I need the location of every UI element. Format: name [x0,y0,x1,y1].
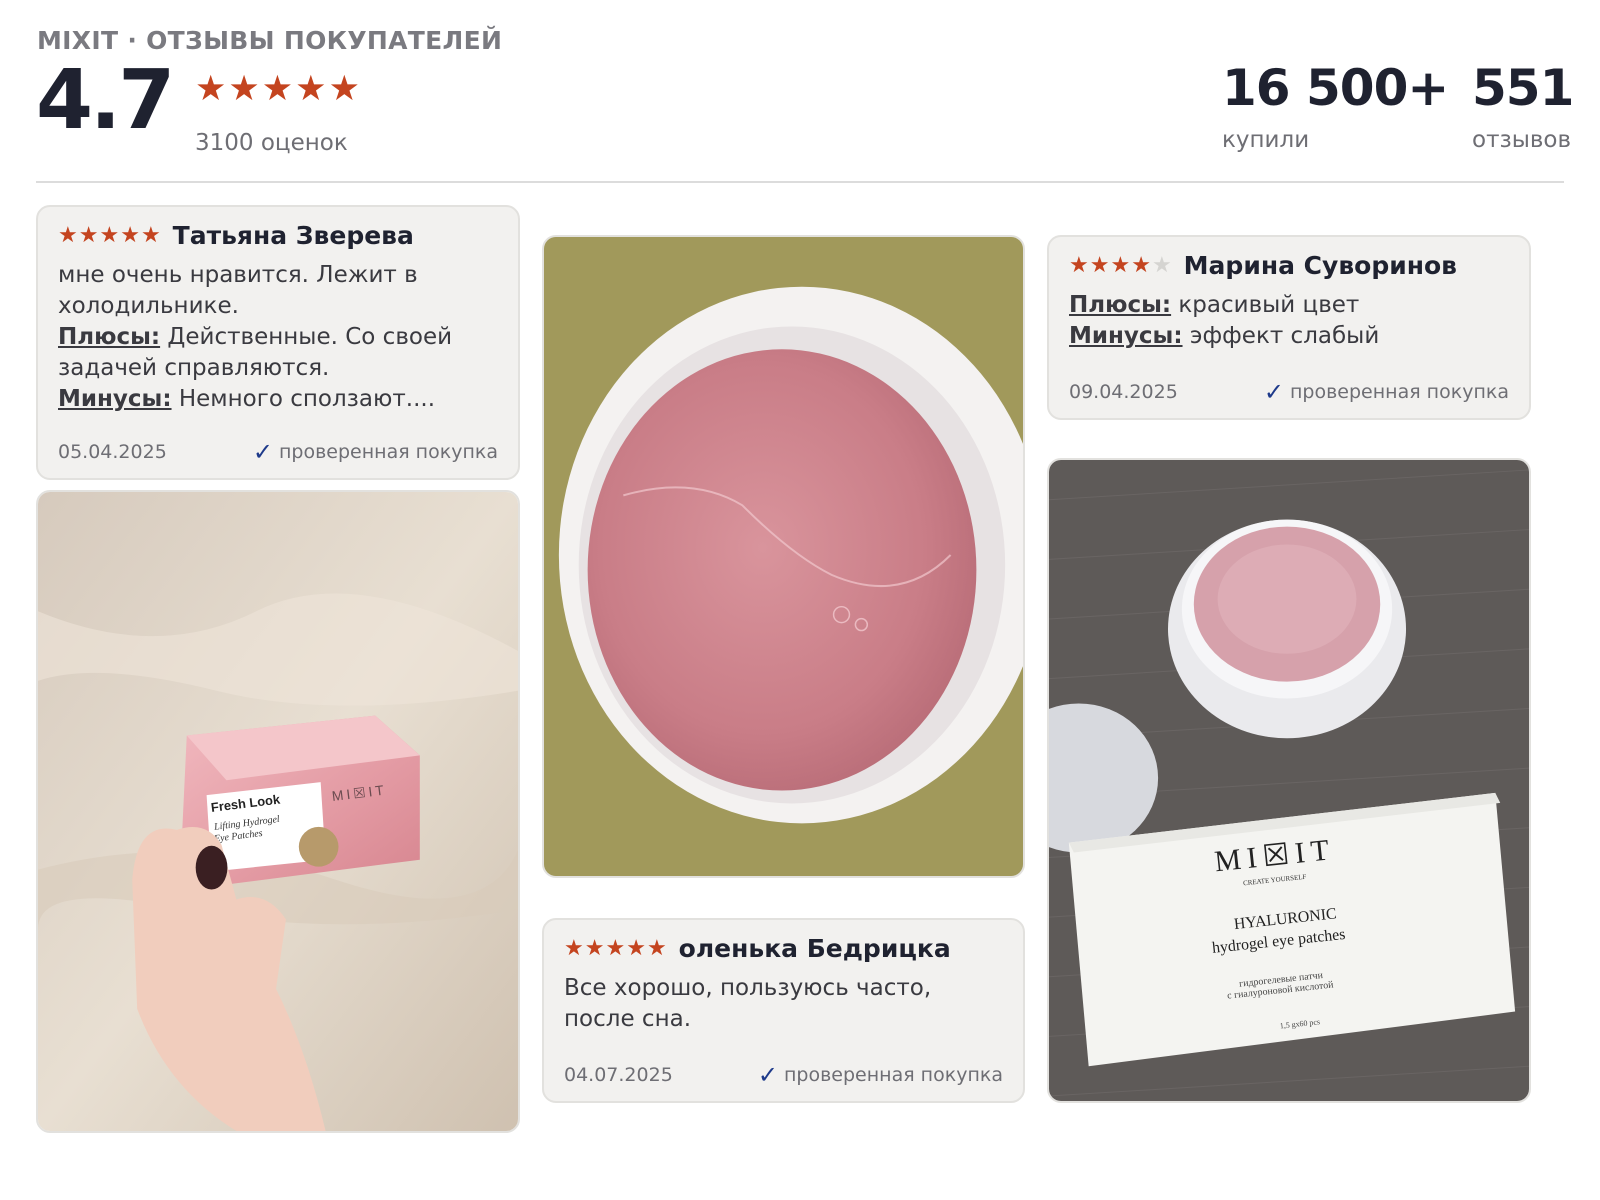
star-icon: ★ [99,222,120,248]
verified-badge: ✓ проверенная покупка [758,1063,1003,1087]
stat-bought-label: купили [1222,127,1310,153]
star-icon: ★ [120,222,140,248]
cons-label: Минусы: [1069,323,1183,349]
review-date: 05.04.2025 [58,441,167,463]
stat-reviews: 551 отзывов [1472,59,1574,153]
checkmark-icon: ✓ [1263,378,1284,406]
review-body: мне очень нравится. Лежит в холодильнике… [58,260,498,415]
review-meta: 09.04.2025 ✓ проверенная покупка [1069,380,1509,404]
review-body: Плюсы: красивый цвет Минусы: эффект слаб… [1069,290,1509,352]
review-photo[interactable]: MI☒IT CREATE YOURSELF HYALURONIC hydroge… [1047,458,1531,1103]
stat-reviews-label: отзывов [1472,127,1572,153]
star-icon: ★ [626,935,646,961]
review-header: ★ ★ ★ ★ ★ оленька Бедрицка [564,934,1003,963]
cons-text: эффект слабый [1189,323,1380,349]
verified-label: проверенная покупка [783,1064,1003,1086]
review-text: мне очень нравится. Лежит в холодильнике… [58,262,418,319]
verified-label: проверенная покупка [1289,381,1509,403]
verified-label: проверенная покупка [278,441,498,463]
review-pros: Плюсы: красивый цвет [1069,290,1509,321]
verified-badge: ✓ проверенная покупка [1264,380,1509,404]
cons-text: Немного сползают.... [178,386,435,412]
rating-count: 3100 оценок [195,130,348,156]
review-body: Все хорошо, пользуюсь часто, после сна. [564,973,1003,1035]
review-header: ★ ★ ★ ★ ★ Татьяна Зверева [58,221,498,250]
review-stars: ★ ★ ★ ★ ★ [58,222,161,248]
star-icon: ★ [58,222,78,248]
star-icon: ★ [646,935,667,961]
review-card[interactable]: ★ ★ ★ ★ ★ Марина Суворинов Плюсы: красивый ц… [1047,235,1531,420]
stat-reviews-value: 551 [1472,59,1574,117]
star-icon: ★ [1131,252,1151,278]
review-meta: 05.04.2025 ✓ проверенная покупка [58,440,498,464]
pros-label: Плюсы: [1069,292,1172,318]
checkmark-icon: ✓ [252,438,273,466]
review-meta: 04.07.2025 ✓ проверенная покупка [564,1063,1003,1087]
star-icon: ★ [328,69,360,109]
review-photo[interactable]: Fresh Look Lifting Hydrogel Eye Patches … [36,490,520,1133]
star-icon: ★ [1110,252,1131,278]
review-author: Марина Суворинов [1183,251,1457,280]
review-date: 09.04.2025 [1069,381,1178,403]
review-date: 04.07.2025 [564,1064,673,1086]
star-icon: ★ [140,222,161,248]
star-icon: ★ [195,69,227,109]
star-icon: ★ [261,69,294,109]
header-divider [36,181,1564,183]
stat-bought: 16 500+ купили [1222,59,1449,153]
review-card[interactable]: ★ ★ ★ ★ ★ Татьяна Зверева мне очень нравится… [36,205,520,480]
checkmark-icon: ✓ [757,1061,778,1089]
review-cons: Минусы: эффект слабый [1069,321,1509,352]
stat-bought-value: 16 500+ [1222,59,1449,117]
review-stars: ★ ★ ★ ★ ★ [564,935,667,961]
review-cons: Минусы: Немного сползают.... [58,384,498,415]
review-card[interactable]: ★ ★ ★ ★ ★ оленька Бедрицка Все хорошо, польз… [542,918,1025,1103]
review-header: ★ ★ ★ ★ ★ Марина Суворинов [1069,251,1509,280]
cons-label: Минусы: [58,386,172,412]
review-stars: ★ ★ ★ ★ ★ [1069,252,1172,278]
review-pros: Плюсы: Действенные. Со своей задачей спр… [58,322,498,384]
review-author: оленька Бедрицка [678,934,951,963]
average-stars: ★ ★ ★ ★ ★ [195,72,360,107]
star-icon: ★ [1069,252,1089,278]
star-icon: ★ [228,69,260,109]
brand-title: MIXIT · ОТЗЫВЫ ПОКУПАТЕЛЕЙ [37,26,503,55]
verified-badge: ✓ проверенная покупка [253,440,498,464]
review-photo[interactable] [542,235,1025,878]
star-icon: ★ [78,222,99,248]
star-icon: ★ [564,935,584,961]
star-icon: ★ [584,935,605,961]
review-author: Татьяна Зверева [172,221,414,250]
review-text: Все хорошо, пользуюсь часто, после сна. [564,975,932,1032]
pros-text: красивый цвет [1178,292,1360,318]
pros-label: Плюсы: [58,324,161,350]
star-icon: ★ [1151,252,1172,278]
average-rating: 4.7 [36,53,175,148]
star-icon: ★ [295,69,327,109]
star-icon: ★ [1089,252,1110,278]
star-icon: ★ [605,935,626,961]
